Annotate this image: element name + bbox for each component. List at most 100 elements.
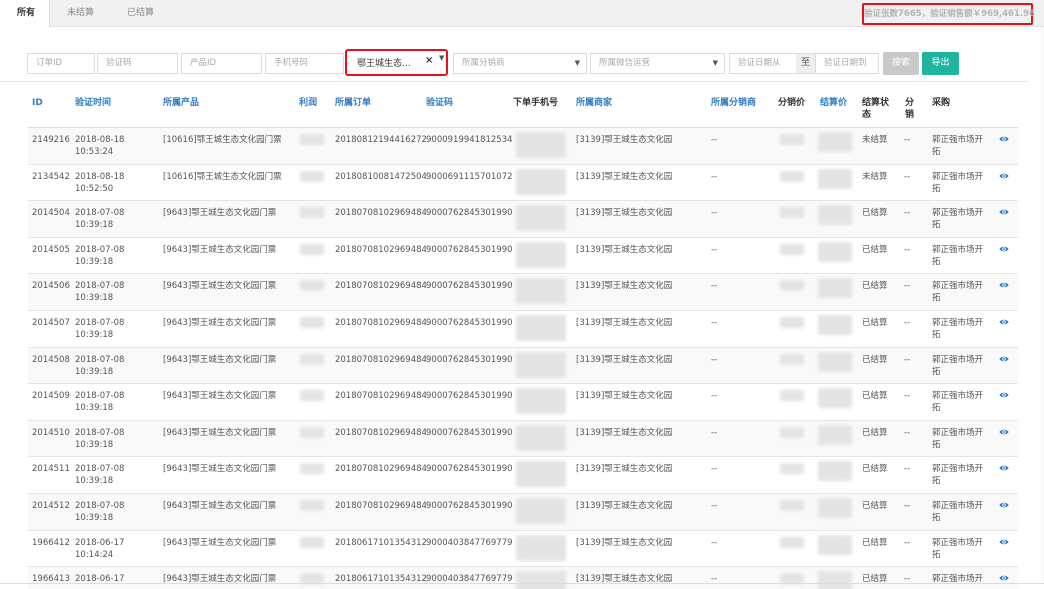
eye-icon[interactable]: [999, 537, 1009, 547]
row-id: 2014512: [32, 501, 70, 511]
table-row[interactable]: 2134542 2018-08-18 [10616]鄂王城生态文化园门票 201808…: [28, 165, 1018, 202]
merchant-select[interactable]: 鄂王城生态... × ▼: [345, 49, 448, 76]
col-distributor[interactable]: 所属分销商: [711, 97, 756, 109]
row-settle-status: 已结算: [862, 537, 888, 548]
table-row[interactable]: 2014505 2018-07-08 [9643]鄂王城生态文化园门票 2018070…: [28, 238, 1018, 275]
settle-price-redacted: [818, 351, 852, 372]
row-time: 10:39:18: [75, 403, 114, 414]
tab-all[interactable]: 所有: [0, 0, 50, 28]
row-split: --: [904, 427, 911, 438]
product-id-input[interactable]: 产品ID: [181, 53, 262, 74]
col-order[interactable]: 所属订单: [335, 97, 371, 109]
verify-code-input[interactable]: 验证码: [97, 53, 178, 74]
table-row[interactable]: 2014511 2018-07-08 [9643]鄂王城生态文化园门票 2018070…: [28, 457, 1018, 494]
clear-icon[interactable]: ×: [425, 55, 433, 66]
settle-price-redacted: [818, 424, 852, 445]
col-settle-price[interactable]: 结算价: [820, 97, 847, 109]
profit-redacted: [300, 134, 324, 145]
row-settle-status: 未结算: [862, 135, 888, 145]
date-to-input[interactable]: 验证日期到: [815, 53, 879, 74]
col-verify-time[interactable]: 验证时间: [75, 97, 111, 109]
eye-icon[interactable]: [999, 280, 1009, 290]
sale-price-redacted: [780, 390, 804, 402]
sale-price-redacted: [780, 280, 804, 292]
row-merchant: [3139]鄂王城生态文化园: [576, 318, 673, 328]
row-purchase: 郭正强市场开: [932, 318, 984, 328]
row-merchant: [3139]鄂王城生态文化园: [576, 171, 673, 182]
eye-icon[interactable]: [999, 171, 1009, 181]
col-merchant[interactable]: 所属商家: [576, 97, 612, 109]
col-settle-status-line1: 结算状: [862, 98, 890, 108]
table-row[interactable]: 2014508 2018-07-08 [9643]鄂王城生态文化园门票 2018070…: [28, 347, 1018, 385]
row-settle-status: 已结算: [862, 501, 888, 511]
search-button[interactable]: 搜索: [883, 52, 919, 75]
phone-redacted: [516, 461, 566, 488]
row-order: 20180708102969484: [335, 208, 427, 219]
eye-icon[interactable]: [999, 573, 1009, 583]
order-id-input[interactable]: 订单ID: [27, 53, 95, 74]
row-date: 2018-07-08: [75, 501, 125, 511]
settle-price-redacted: [818, 205, 852, 226]
row-purchase-line2: 拓: [932, 439, 941, 450]
eye-icon[interactable]: [999, 354, 1009, 364]
table-row[interactable]: 2014504 2018-07-08 [9643]鄂王城生态文化园门票 2018070…: [28, 201, 1018, 238]
phone-input[interactable]: 手机号码: [265, 53, 344, 74]
row-verify-code: 9000762845301990: [426, 464, 513, 475]
col-id[interactable]: ID: [32, 97, 43, 109]
row-time: 10:52:50: [75, 183, 114, 194]
eye-icon[interactable]: [999, 317, 1009, 327]
eye-icon[interactable]: [999, 427, 1009, 437]
date-from-input[interactable]: 验证日期从: [729, 53, 797, 74]
eye-icon[interactable]: [999, 207, 1009, 217]
table-row[interactable]: 1966413 2018-06-17 [9643]鄂王城生态文化园门票 2018061…: [28, 567, 1018, 589]
row-distributor: --: [711, 318, 718, 328]
table-row[interactable]: 2014512 2018-07-08 [9643]鄂王城生态文化园门票 2018070…: [28, 494, 1018, 531]
tab-unsettled[interactable]: 未结算: [67, 0, 94, 27]
table-row[interactable]: 2014507 2018-07-08 [9643]鄂王城生态文化园门票 2018070…: [28, 311, 1018, 348]
eye-icon[interactable]: [999, 134, 1009, 144]
row-purchase-line2: 拓: [932, 256, 941, 267]
row-date: 2018-07-08: [75, 427, 125, 438]
profit-redacted: [300, 353, 324, 365]
tab-settled[interactable]: 已结算: [127, 0, 154, 27]
col-product[interactable]: 所属产品: [163, 97, 199, 109]
phone-redacted: [516, 241, 566, 268]
distributor-select[interactable]: 所属分销商 ▼: [453, 53, 587, 74]
row-id: 2149216: [32, 135, 70, 145]
row-order: 20180708102969484: [335, 318, 427, 328]
sale-price-redacted: [780, 134, 804, 145]
row-distributor: --: [711, 354, 718, 365]
sale-price-redacted: [780, 170, 804, 182]
sale-price-redacted: [780, 426, 804, 438]
row-purchase-line2: 拓: [932, 183, 941, 194]
export-button[interactable]: 导出: [922, 52, 959, 75]
row-purchase-line2: 拓: [932, 147, 941, 157]
row-product: [10616]鄂王城生态文化园门票: [163, 171, 282, 182]
col-purchase: 采购: [932, 98, 951, 108]
col-profit[interactable]: 利润: [299, 97, 317, 109]
eye-icon[interactable]: [999, 244, 1009, 254]
settle-price-redacted: [818, 534, 852, 555]
eye-icon[interactable]: [999, 463, 1009, 473]
profit-redacted: [300, 500, 324, 511]
settle-price-redacted: [818, 461, 852, 482]
row-purchase: 郭正强市场开: [932, 171, 984, 182]
row-merchant: [3139]鄂王城生态文化园: [576, 354, 673, 365]
table-row[interactable]: 2014506 2018-07-08 [9643]鄂王城生态文化园门票 2018070…: [28, 274, 1018, 311]
row-time: 10:53:24: [75, 147, 114, 157]
eye-icon[interactable]: [999, 500, 1009, 510]
row-order: 20180708102969484: [335, 244, 427, 255]
table-row[interactable]: 2014509 2018-07-08 [9643]鄂王城生态文化园门票 2018070…: [28, 384, 1018, 421]
row-time: 10:14:24: [75, 549, 114, 560]
eye-icon[interactable]: [999, 390, 1009, 400]
table-row[interactable]: 1966412 2018-06-17 [9643]鄂王城生态文化园门票 2018061…: [28, 531, 1018, 568]
row-id: 2014508: [32, 354, 70, 365]
wechat-operator-select[interactable]: 所属微信运营 ▼: [590, 53, 725, 74]
table-row[interactable]: 2149216 2018-08-18 [10616]鄂王城生态文化园门票 201808…: [28, 128, 1018, 165]
profit-redacted: [300, 317, 324, 328]
row-settle-status: 未结算: [862, 171, 888, 182]
col-verify-code[interactable]: 验证码: [426, 97, 453, 109]
table-row[interactable]: 2014510 2018-07-08 [9643]鄂王城生态文化园门票 2018070…: [28, 420, 1018, 458]
row-id: 2014505: [32, 244, 70, 255]
row-purchase-line2: 拓: [932, 513, 941, 523]
